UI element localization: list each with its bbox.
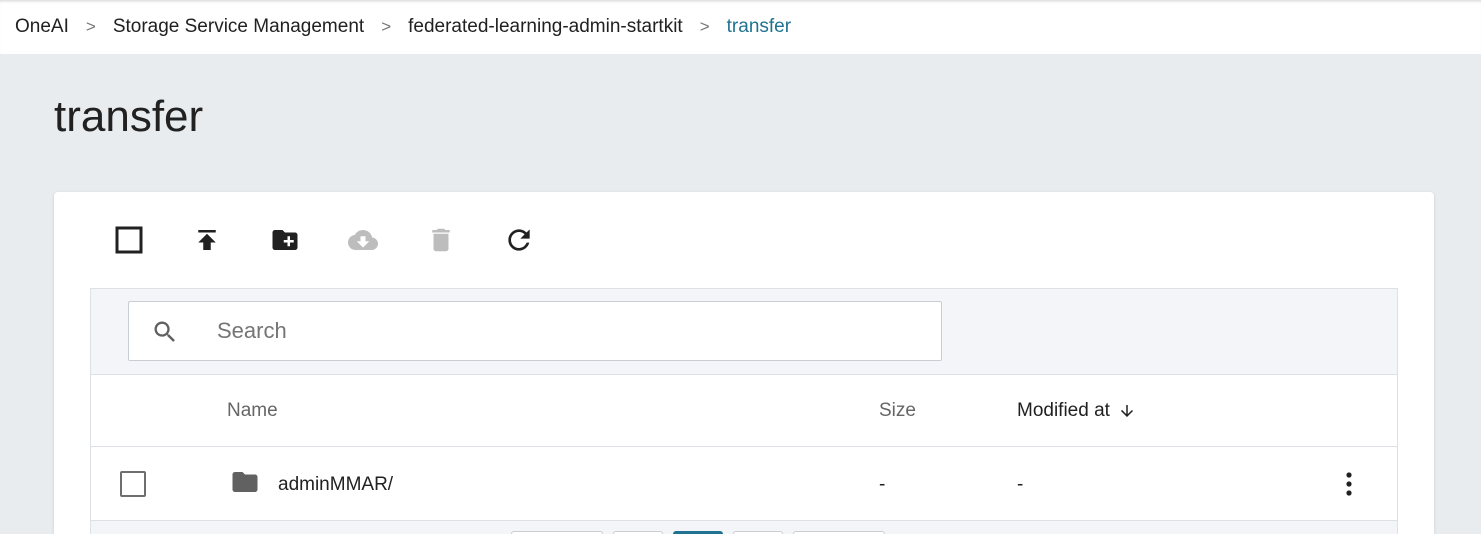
refresh-icon bbox=[508, 229, 530, 251]
column-header-modified-label: Modified at bbox=[1017, 400, 1110, 421]
page-title: transfer bbox=[54, 92, 204, 141]
breadcrumb-separator: > bbox=[381, 17, 392, 36]
trash-icon bbox=[432, 228, 450, 252]
select-all-checkbox[interactable] bbox=[111, 222, 147, 258]
upload-icon bbox=[198, 230, 216, 250]
download-button[interactable] bbox=[345, 222, 381, 258]
cloud-download-icon bbox=[348, 230, 378, 250]
file-browser-card: Name Size Modified at adminMMAR/ - - bbox=[54, 192, 1434, 534]
breadcrumb-item-bucket[interactable]: federated-learning-admin-startkit bbox=[408, 16, 683, 38]
table-row[interactable]: adminMMAR/ - - bbox=[91, 447, 1397, 521]
search-bar bbox=[91, 289, 1397, 375]
row-name-link[interactable]: adminMMAR/ bbox=[278, 474, 393, 496]
search-input[interactable] bbox=[217, 312, 917, 350]
breadcrumb-separator: > bbox=[85, 17, 96, 36]
search-box[interactable] bbox=[128, 301, 942, 361]
row-more-actions-button[interactable] bbox=[1335, 467, 1363, 501]
delete-button[interactable] bbox=[423, 222, 459, 258]
folder-icon bbox=[232, 472, 258, 492]
checkbox-outline-icon bbox=[115, 226, 143, 254]
breadcrumb-item-oneai[interactable]: OneAI bbox=[15, 16, 69, 38]
breadcrumb-separator: > bbox=[699, 17, 710, 36]
file-table: Name Size Modified at adminMMAR/ - - bbox=[90, 288, 1398, 534]
upload-button[interactable] bbox=[189, 222, 225, 258]
arrow-down-icon bbox=[1120, 405, 1133, 417]
column-header-size[interactable]: Size bbox=[879, 400, 916, 422]
create-folder-icon bbox=[272, 230, 298, 250]
refresh-button[interactable] bbox=[501, 222, 537, 258]
breadcrumb-item-current: transfer bbox=[726, 16, 792, 37]
breadcrumb-item-storage-service-management[interactable]: Storage Service Management bbox=[113, 16, 364, 38]
pagination bbox=[91, 521, 1397, 534]
table-header: Name Size Modified at bbox=[91, 375, 1397, 447]
new-folder-button[interactable] bbox=[267, 222, 303, 258]
breadcrumb: OneAI > Storage Service Management > fed… bbox=[0, 0, 1481, 54]
more-vert-icon bbox=[1346, 472, 1352, 496]
column-header-name[interactable]: Name bbox=[227, 400, 278, 422]
search-icon bbox=[154, 321, 175, 342]
row-size: - bbox=[879, 474, 886, 495]
row-modified: - bbox=[1017, 474, 1024, 495]
column-header-modified[interactable]: Modified at bbox=[1017, 400, 1136, 422]
row-checkbox[interactable] bbox=[120, 471, 146, 497]
